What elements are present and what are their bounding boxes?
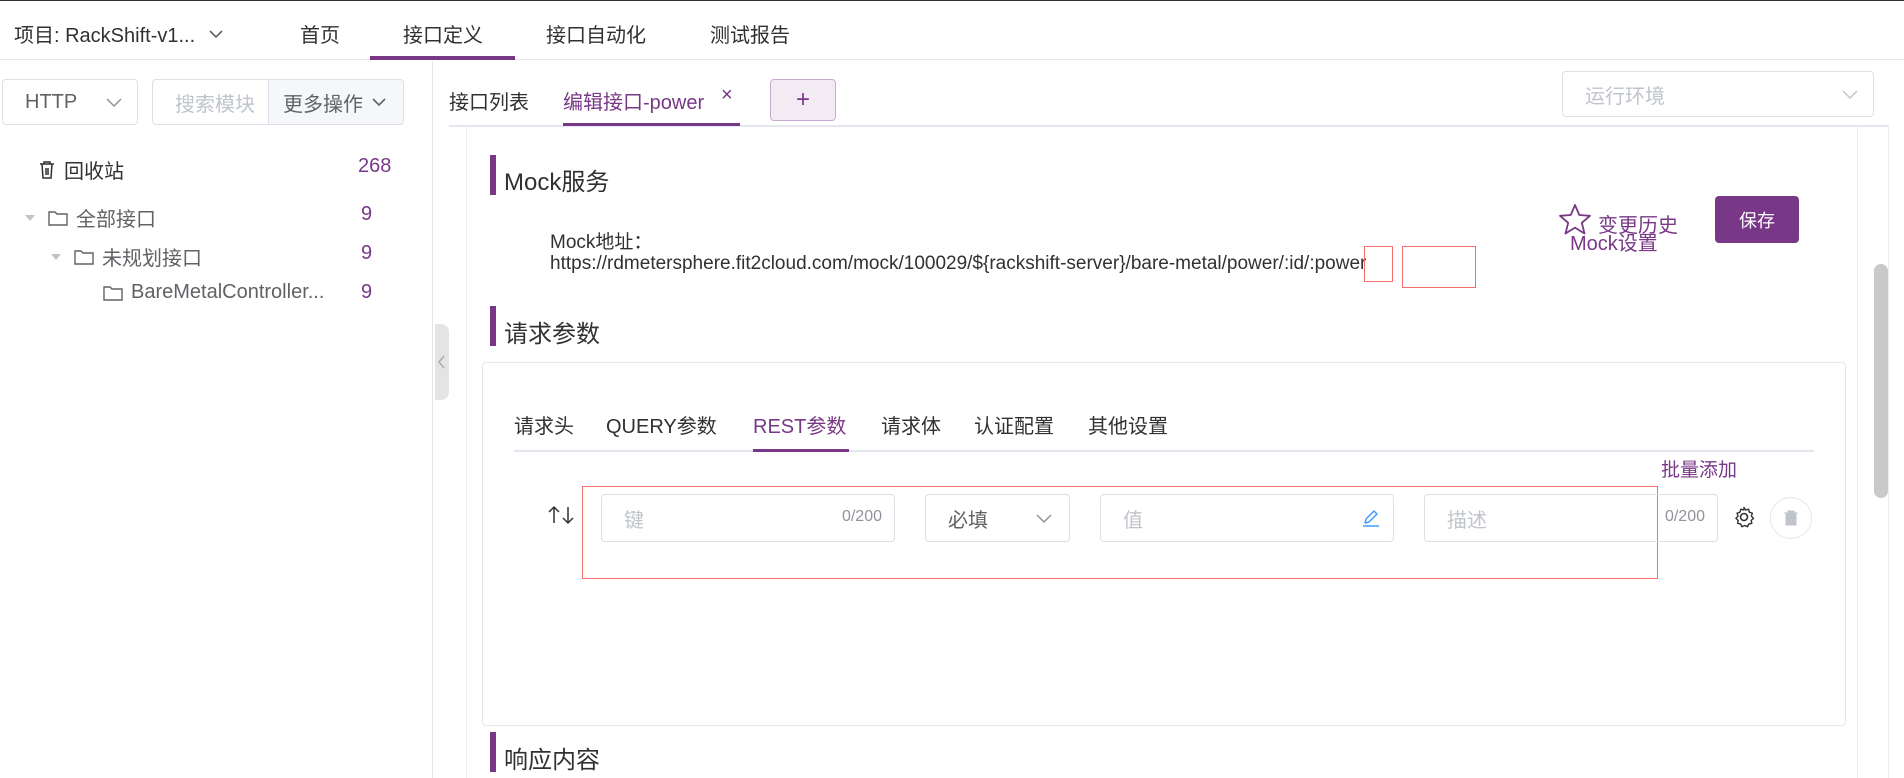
chevron-down-icon [209, 29, 223, 38]
module-sidebar: HTTP 搜索模块 更多操作 回收站 268 全部接口 9 未规划接口 9 Ba… [0, 61, 433, 778]
mock-section-title: Mock服务 [504, 169, 610, 196]
project-selector[interactable]: 项目: RackShift-v1... [14, 19, 223, 48]
vertical-scrollbar[interactable] [1874, 264, 1888, 498]
nav-test-report[interactable]: 测试报告 [710, 19, 790, 48]
response-section-title: 响应内容 [504, 747, 600, 774]
section-marker [490, 732, 496, 772]
mock-url-power: :power [1309, 253, 1367, 274]
section-marker [490, 155, 496, 195]
folder-icon [103, 285, 123, 301]
tree-node-count: 9 [361, 242, 373, 264]
required-select[interactable]: 必填 [925, 494, 1070, 542]
more-actions-button[interactable]: 更多操作 [268, 79, 404, 125]
batch-add-link[interactable]: 批量添加 [1661, 455, 1737, 482]
mock-url[interactable]: https://rdmetersphere.fit2cloud.com/mock… [550, 253, 1366, 275]
close-icon[interactable]: × [721, 84, 733, 107]
environment-select[interactable]: 运行环境 [1562, 71, 1874, 117]
tree-node-unplanned[interactable]: 未规划接口 [50, 242, 202, 271]
arrow-up-icon [548, 505, 560, 523]
reorder-handle[interactable] [547, 505, 575, 531]
tab-rest-params[interactable]: REST参数 [753, 410, 846, 439]
tree-node-controller[interactable]: BareMetalController... [103, 281, 324, 304]
highlight-box-power [1402, 246, 1476, 288]
tree-node-label: 全部接口 [76, 209, 156, 231]
param-description-input[interactable]: 描述 0/200 [1424, 494, 1718, 542]
tab-edit-api[interactable]: 编辑接口-power [563, 86, 704, 115]
mock-url-id: :id [1283, 253, 1305, 274]
key-placeholder: 键 [624, 509, 644, 532]
request-section-title: 请求参数 [504, 321, 600, 348]
tab-request-headers[interactable]: 请求头 [514, 410, 574, 439]
environment-placeholder: 运行环境 [1585, 85, 1665, 108]
sidebar-collapse-handle[interactable] [435, 324, 449, 400]
arrow-down-icon [562, 507, 574, 525]
protocol-select[interactable]: HTTP [2, 79, 138, 125]
tab-other-settings[interactable]: 其他设置 [1088, 410, 1168, 439]
top-navigation-bar: 项目: RackShift-v1... 首页 接口定义 接口自动化 测试报告 [0, 0, 1904, 60]
section-marker [490, 306, 496, 346]
tree-node-label: BareMetalController... [131, 281, 325, 303]
folder-icon [48, 210, 68, 226]
value-placeholder: 值 [1123, 509, 1143, 532]
nav-active-indicator [370, 56, 515, 60]
param-value-input[interactable]: 值 [1100, 494, 1394, 542]
search-placeholder: 搜索模块 [175, 93, 255, 116]
nav-api-automation[interactable]: 接口自动化 [546, 19, 646, 48]
tree-node-count: 9 [361, 281, 373, 303]
trash-count: 268 [358, 155, 392, 177]
chevron-down-icon [1842, 90, 1858, 100]
request-tab-active-indicator [753, 449, 849, 452]
trash-label: 回收站 [64, 161, 124, 183]
tab-request-body[interactable]: 请求体 [881, 410, 941, 439]
edit-icon[interactable] [1361, 508, 1381, 528]
folder-icon [74, 249, 94, 265]
project-label: 项目: RackShift-v1... [14, 25, 196, 47]
content-border-right [1857, 127, 1858, 778]
request-tabs-divider [514, 450, 1814, 452]
caret-down-icon [51, 253, 61, 260]
plus-icon: + [795, 86, 810, 113]
nav-home[interactable]: 首页 [300, 19, 340, 48]
more-actions-label: 更多操作 [283, 93, 363, 116]
tab-query-params[interactable]: QUERY参数 [606, 410, 717, 439]
add-tab-button[interactable]: + [770, 79, 836, 121]
required-value: 必填 [948, 509, 988, 532]
delete-row-button[interactable] [1770, 497, 1812, 539]
description-placeholder: 描述 [1447, 509, 1487, 532]
module-search-input[interactable]: 搜索模块 [152, 79, 268, 125]
mock-url-prefix: https://rdmetersphere.fit2cloud.com/mock… [550, 253, 1284, 274]
nav-api-definition[interactable]: 接口定义 [403, 19, 483, 48]
tree-node-label: 未规划接口 [102, 248, 202, 270]
param-key-input[interactable]: 键 0/200 [601, 494, 895, 542]
trash-node[interactable]: 回收站 [38, 155, 124, 184]
tree-node-count: 9 [361, 203, 373, 225]
scroll-track [1888, 127, 1889, 778]
chevron-down-icon [372, 98, 386, 107]
mock-address-label: Mock地址： [550, 232, 653, 253]
chevron-left-icon [438, 355, 445, 369]
protocol-value: HTTP [25, 90, 78, 113]
trash-icon [1784, 510, 1798, 526]
trash-icon [40, 160, 54, 179]
caret-down-icon [25, 214, 35, 221]
description-char-counter: 0/200 [1664, 508, 1705, 525]
chevron-down-icon [1036, 514, 1052, 524]
tab-api-list[interactable]: 接口列表 [449, 86, 529, 115]
tree-node-all[interactable]: 全部接口 [24, 203, 156, 232]
highlight-box-id [1364, 246, 1393, 282]
tab-active-indicator [563, 123, 740, 126]
save-button[interactable]: 保存 [1715, 196, 1799, 243]
content-border-left [466, 127, 467, 778]
tab-auth-config[interactable]: 认证配置 [974, 410, 1054, 439]
key-char-counter: 0/200 [841, 508, 882, 525]
mock-settings-link[interactable]: Mock设置 [1570, 227, 1658, 256]
gear-icon[interactable] [1732, 505, 1756, 529]
chevron-down-icon [106, 98, 122, 108]
